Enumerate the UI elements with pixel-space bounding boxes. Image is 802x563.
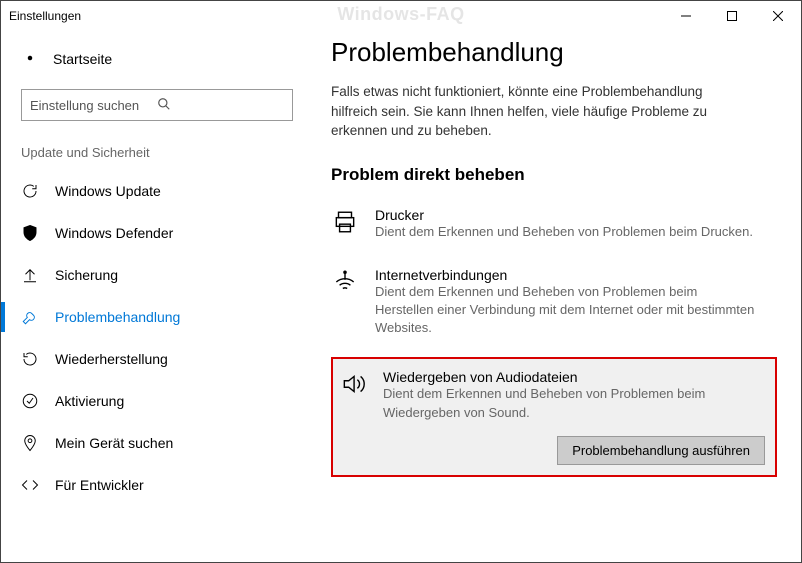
troubleshooter-body: Wiedergeben von Audiodateien Dient dem E… xyxy=(383,369,765,464)
page-title: Problembehandlung xyxy=(331,37,777,68)
troubleshooter-body: Internetverbindungen Dient dem Erkennen … xyxy=(375,267,771,338)
nav-label: Für Entwickler xyxy=(55,477,144,493)
maximize-button[interactable] xyxy=(709,1,755,31)
close-button[interactable] xyxy=(755,1,801,31)
wifi-icon xyxy=(331,267,359,338)
run-troubleshooter-button[interactable]: Problembehandlung ausführen xyxy=(557,436,765,465)
sidebar-item-windows-defender[interactable]: Windows Defender xyxy=(1,212,301,254)
home-label: Startseite xyxy=(53,51,112,67)
troubleshooter-audio[interactable]: Wiedergeben von Audiodateien Dient dem E… xyxy=(331,357,777,476)
troubleshooter-desc: Dient dem Erkennen und Beheben von Probl… xyxy=(383,385,763,421)
sync-icon xyxy=(21,182,39,200)
content: Startseite Einstellung suchen Update und… xyxy=(1,31,801,562)
wrench-icon xyxy=(21,308,39,326)
minimize-button[interactable] xyxy=(663,1,709,31)
nav-list: Windows Update Windows Defender Sicherun… xyxy=(1,170,301,506)
main-content: Problembehandlung Falls etwas nicht funk… xyxy=(301,31,801,562)
location-icon xyxy=(21,434,39,452)
printer-icon xyxy=(331,207,359,241)
titlebar: Einstellungen Windows-FAQ xyxy=(1,1,801,31)
search-placeholder: Einstellung suchen xyxy=(30,98,157,113)
troubleshooter-internet[interactable]: Internetverbindungen Dient dem Erkennen … xyxy=(331,261,777,344)
troubleshooter-body: Drucker Dient dem Erkennen und Beheben v… xyxy=(375,207,771,241)
sidebar-item-problembehandlung[interactable]: Problembehandlung xyxy=(1,296,301,338)
gear-icon xyxy=(21,49,39,70)
sidebar-item-fuer-entwickler[interactable]: Für Entwickler xyxy=(1,464,301,506)
backup-icon xyxy=(21,266,39,284)
troubleshooter-desc: Dient dem Erkennen und Beheben von Probl… xyxy=(375,283,755,338)
sidebar: Startseite Einstellung suchen Update und… xyxy=(1,31,301,562)
troubleshooter-desc: Dient dem Erkennen und Beheben von Probl… xyxy=(375,223,755,241)
activation-icon xyxy=(21,392,39,410)
sidebar-item-wiederherstellung[interactable]: Wiederherstellung xyxy=(1,338,301,380)
section-label: Update und Sicherheit xyxy=(21,145,301,160)
nav-label: Windows Defender xyxy=(55,225,173,241)
nav-label: Problembehandlung xyxy=(55,309,180,325)
page-intro: Falls etwas nicht funktioniert, könnte e… xyxy=(331,82,751,141)
troubleshooter-drucker[interactable]: Drucker Dient dem Erkennen und Beheben v… xyxy=(331,201,777,247)
window-controls xyxy=(663,1,801,31)
home-link[interactable]: Startseite xyxy=(21,39,301,79)
recovery-icon xyxy=(21,350,39,368)
sidebar-item-windows-update[interactable]: Windows Update xyxy=(1,170,301,212)
sidebar-item-aktivierung[interactable]: Aktivierung xyxy=(1,380,301,422)
sidebar-item-sicherung[interactable]: Sicherung xyxy=(1,254,301,296)
nav-label: Sicherung xyxy=(55,267,118,283)
search-icon xyxy=(157,97,284,114)
nav-label: Mein Gerät suchen xyxy=(55,435,173,451)
troubleshooter-title: Wiedergeben von Audiodateien xyxy=(383,369,765,385)
window-title: Einstellungen xyxy=(9,9,663,23)
troubleshooter-title: Drucker xyxy=(375,207,771,223)
troubleshooter-list: Drucker Dient dem Erkennen und Beheben v… xyxy=(331,201,777,477)
nav-label: Aktivierung xyxy=(55,393,124,409)
shield-icon xyxy=(21,224,39,242)
speaker-icon xyxy=(339,369,367,464)
search-input[interactable]: Einstellung suchen xyxy=(21,89,293,121)
sidebar-item-mein-geraet-suchen[interactable]: Mein Gerät suchen xyxy=(1,422,301,464)
developer-icon xyxy=(21,476,39,494)
nav-label: Wiederherstellung xyxy=(55,351,168,367)
section-heading: Problem direkt beheben xyxy=(331,165,777,185)
nav-label: Windows Update xyxy=(55,183,161,199)
troubleshooter-title: Internetverbindungen xyxy=(375,267,771,283)
